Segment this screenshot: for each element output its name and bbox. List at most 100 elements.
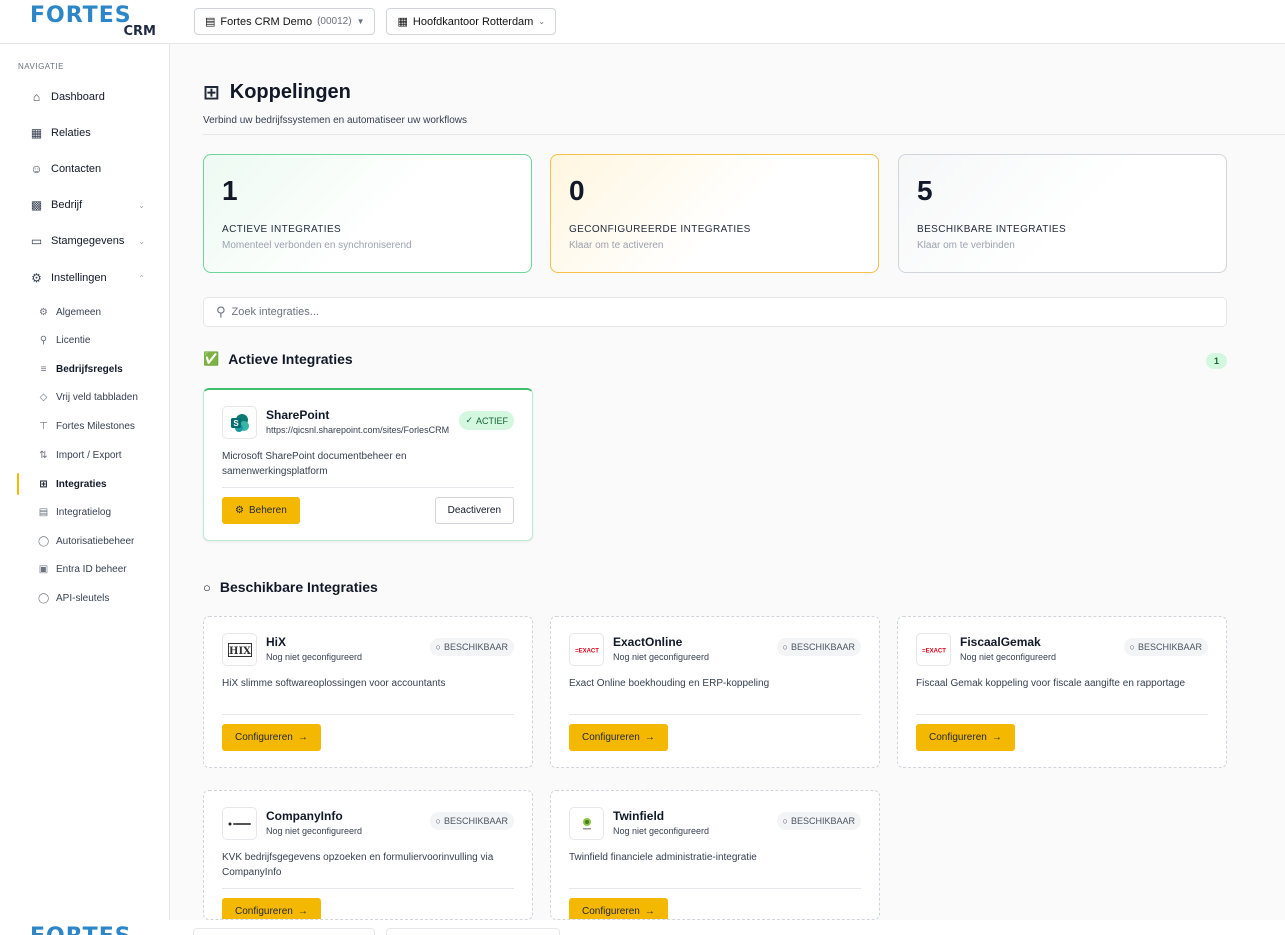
status-badge-text: BESCHIKBAAR — [790, 642, 855, 652]
configure-button[interactable]: Configureren → — [569, 898, 668, 919]
stat-card-available: 5 BESCHIKBARE INTEGRATIES Klaar om te ve… — [898, 154, 1227, 273]
deactivate-button[interactable]: Deactiveren — [434, 497, 514, 524]
sidebar-subitem-label: Bedrijfsregels — [56, 363, 123, 375]
sidebar-subitem-vrij-veld-tabbladen[interactable]: ◇ Vrij veld tabbladen — [38, 388, 138, 406]
chevron-down-icon: ▼ — [356, 17, 365, 26]
configure-button[interactable]: Configureren → — [569, 724, 668, 751]
circle-icon: ○ — [782, 816, 788, 826]
sidebar-subitem-autorisatiebeheer[interactable]: ◯ Autorisatiebeheer — [38, 532, 134, 550]
integration-description: KVK bedrijfsgegevens opzoeken en formuli… — [222, 852, 494, 878]
gear-icon: ⚙ — [31, 271, 42, 285]
ghost-selector — [386, 928, 560, 935]
arrow-right-icon: → — [991, 732, 1002, 743]
sidebar-item-contacten[interactable]: ☺ Contacten — [30, 159, 145, 179]
stat-description: Momenteel verbonden en synchroniserend — [222, 240, 412, 251]
chevron-down-icon: ⌄ — [538, 17, 546, 26]
nav-section-title: NAVIGATIE — [18, 62, 64, 71]
stat-description: Klaar om te activeren — [569, 240, 664, 251]
integration-status: Nog niet geconfigureerd — [266, 652, 363, 662]
manage-button[interactable]: ⚙ Beheren — [222, 497, 300, 524]
status-badge: ○ BESCHIKBAAR — [429, 812, 514, 830]
available-integrations-header: ○ Beschikbare Integraties — [203, 579, 378, 595]
svg-text:HIX: HIX — [229, 646, 251, 657]
arrow-right-icon: → — [644, 732, 655, 743]
arrows-icon: ⇅ — [39, 449, 48, 461]
configure-button[interactable]: Configureren → — [222, 724, 321, 751]
status-badge: ○ BESCHIKBAAR — [1123, 638, 1208, 656]
file-text-icon: ▤ — [38, 506, 49, 518]
arrow-right-icon: → — [297, 906, 308, 917]
check-circle-icon: ✓ — [465, 415, 473, 425]
sidebar-subitem-label: Vrij veld tabbladen — [56, 391, 138, 403]
card-divider — [222, 714, 514, 715]
exact-logo-icon: =EXACT — [916, 633, 951, 666]
integration-status: Nog niet geconfigureerd — [266, 826, 363, 836]
sidebar-subitem-label: Integratielog — [56, 506, 112, 518]
sidebar-subitem-algemeen[interactable]: ⚙ Algemeen — [38, 303, 101, 321]
integration-name: SharePoint — [266, 408, 330, 422]
stat-card-active: 1 ACTIEVE INTEGRATIES Momenteel verbonde… — [203, 154, 532, 273]
active-indicator — [17, 473, 19, 495]
sidebar-subitem-label: Import / Export — [56, 449, 122, 461]
sidebar-item-dashboard[interactable]: ⌂ Dashboard — [30, 87, 145, 107]
sidebar-item-stamgegevens[interactable]: ▭ Stamgegevens ⌄ — [30, 231, 145, 251]
sidebar-item-label: Instellingen — [51, 272, 107, 284]
sidebar-item-bedrijf[interactable]: ▩ Bedrijf ⌄ — [30, 195, 145, 215]
id-card-icon: ▣ — [38, 563, 49, 575]
company-icon: ▩ — [30, 198, 43, 212]
shield-icon: ◯ — [38, 535, 50, 547]
users-icon: ☺ — [30, 162, 43, 176]
office-selector[interactable]: ▦ Hoofdkantoor Rotterdam ⌄ — [386, 8, 557, 35]
card-divider — [916, 714, 1208, 715]
status-badge-text: BESCHIKBAAR — [443, 642, 508, 652]
search-input[interactable] — [231, 306, 1182, 318]
status-badge-text: BESCHIKBAAR — [443, 816, 508, 826]
integration-name: ExactOnline — [613, 635, 683, 649]
sidebar-item-relaties[interactable]: ▦ Relaties — [30, 123, 145, 143]
sidebar-subitem-label: Integraties — [56, 478, 107, 490]
building-icon: ▦ — [397, 16, 408, 28]
card-divider — [569, 714, 861, 715]
sliders-icon: ≡ — [40, 363, 47, 375]
arrow-right-icon: → — [297, 732, 308, 743]
search-icon: ⚲ — [216, 304, 226, 319]
sidebar-subitem-entra-id-beheer[interactable]: ▣ Entra ID beheer — [38, 560, 127, 578]
integration-card-hix: HIX HiX Nog niet geconfigureerd ○ BESCHI… — [203, 616, 533, 768]
sidebar-subitem-integratielog[interactable]: ▤ Integratielog — [38, 503, 111, 521]
sidebar-subitem-bedrijfsregels[interactable]: ≡ Bedrijfsregels — [38, 360, 123, 378]
sidebar-subitem-integraties[interactable]: ⊞ Integraties — [38, 475, 107, 493]
grid-plus-icon: ⊞ — [203, 82, 220, 104]
top-bar: FORTES CRM ▤ Fortes CRM Demo (00012) ▼ ▦… — [0, 0, 1285, 44]
office-name: Hoofdkantoor Rotterdam — [412, 15, 534, 28]
stat-label: GECONFIGUREERDE INTEGRATIES — [569, 224, 751, 235]
sidebar-subitem-label: Entra ID beheer — [56, 563, 127, 575]
integration-name: Twinfield — [613, 809, 665, 823]
check-circle-icon: ✅ — [203, 351, 220, 366]
fortes-logo[interactable]: FORTES CRM — [0, 5, 170, 39]
sidebar-subitem-licentie[interactable]: ⚲ Licentie — [38, 331, 91, 349]
database-icon: ▤ — [205, 16, 216, 28]
header-divider — [203, 134, 1285, 135]
stat-label: ACTIEVE INTEGRATIES — [222, 224, 342, 235]
configure-button[interactable]: Configureren → — [222, 898, 321, 919]
sidebar-item-instellingen[interactable]: ⚙ Instellingen ⌃ — [30, 268, 145, 288]
org-code: (00012) — [317, 16, 352, 27]
sidebar-subitem-api-sleutels[interactable]: ◯ API-sleutels — [38, 589, 109, 607]
active-count-badge: 1 — [1206, 353, 1227, 369]
configure-button[interactable]: Configureren → — [916, 724, 1015, 751]
status-badge: ✓ ACTIEF — [459, 411, 514, 430]
stat-value: 5 — [917, 175, 933, 206]
sidebar-subitem-fortes-milestones[interactable]: ⊤ Fortes Milestones — [38, 417, 135, 435]
sidebar-item-label: Stamgegevens — [51, 235, 125, 247]
button-label: Configureren — [235, 732, 293, 743]
signpost-icon: ⊤ — [39, 420, 48, 432]
sidebar-subitem-import-export[interactable]: ⇅ Import / Export — [38, 446, 122, 464]
stat-value: 0 — [569, 175, 585, 206]
integration-status: Nog niet geconfigureerd — [613, 652, 710, 662]
bottom-strip: FORTES — [0, 920, 1285, 935]
page-title-text: Koppelingen — [229, 81, 351, 103]
sidebar-item-label: Contacten — [51, 163, 102, 175]
integration-name: HiX — [266, 635, 287, 649]
folder-icon: ▭ — [30, 234, 43, 248]
organization-selector[interactable]: ▤ Fortes CRM Demo (00012) ▼ — [194, 8, 376, 35]
